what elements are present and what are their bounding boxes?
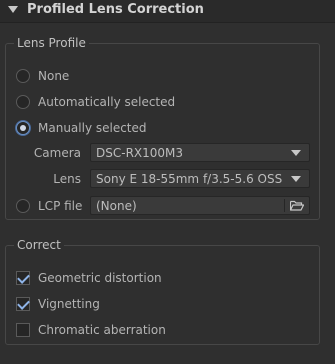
radio-automatically-selected[interactable]: Automatically selected [16, 92, 175, 112]
camera-combobox[interactable]: DSC-RX100M3 [90, 143, 310, 162]
geometric-distortion-check[interactable] [16, 271, 30, 285]
lens-label: Lens [53, 172, 81, 186]
vignetting-check[interactable] [16, 297, 30, 311]
radio-none[interactable]: None [16, 66, 69, 86]
radio-lcp-file[interactable]: LCP file [16, 196, 82, 216]
profiled-lens-correction-panel: Profiled Lens Correction Lens Profile No… [0, 0, 335, 364]
chevron-down-icon [291, 176, 301, 182]
lens-value: Sony E 18-55mm f/3.5-5.6 OSS [96, 172, 283, 186]
camera-label: Camera [33, 146, 81, 160]
chromatic-aberration-check[interactable] [16, 323, 30, 337]
checkbox-geometric-distortion[interactable]: Geometric distortion [16, 268, 162, 288]
checkbox-chromatic-aberration[interactable]: Chromatic aberration [16, 320, 166, 340]
radio-lcp-indicator[interactable] [16, 199, 30, 213]
lcp-file-value: (None) [96, 199, 137, 213]
lcp-file-chooser[interactable]: (None) [90, 196, 310, 215]
folder-open-icon[interactable] [290, 200, 304, 211]
radio-none-indicator[interactable] [16, 69, 30, 83]
panel-title: Profiled Lens Correction [27, 2, 204, 17]
chromatic-aberration-label: Chromatic aberration [38, 323, 166, 337]
lens-profile-legend: Lens Profile [17, 36, 86, 50]
camera-value: DSC-RX100M3 [96, 146, 184, 160]
radio-manual-indicator[interactable] [16, 121, 30, 135]
radio-manually-selected[interactable]: Manually selected [16, 118, 147, 138]
radio-none-label: None [38, 69, 70, 83]
radio-manual-label: Manually selected [38, 121, 147, 135]
lcp-file-separator [284, 199, 285, 212]
correct-group: Correct Geometric distortion Vignetting … [5, 238, 320, 345]
geometric-distortion-label: Geometric distortion [38, 271, 162, 285]
lens-profile-group: Lens Profile None Automatically selected… [5, 36, 320, 220]
radio-lcp-label: LCP file [38, 199, 83, 213]
lens-combobox[interactable]: Sony E 18-55mm f/3.5-5.6 OSS [90, 169, 310, 188]
panel-header[interactable]: Profiled Lens Correction [0, 0, 335, 23]
radio-auto-indicator[interactable] [16, 95, 30, 109]
vignetting-label: Vignetting [38, 297, 100, 311]
radio-auto-label: Automatically selected [38, 95, 176, 109]
checkbox-vignetting[interactable]: Vignetting [16, 294, 100, 314]
collapse-triangle-icon[interactable] [8, 6, 18, 13]
correct-legend: Correct [17, 238, 61, 252]
chevron-down-icon [291, 150, 301, 156]
